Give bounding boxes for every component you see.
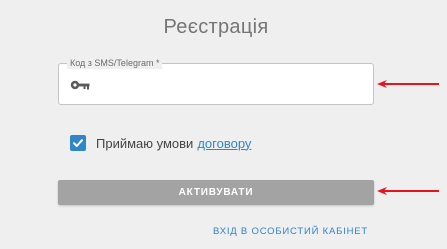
personal-cabinet-link[interactable]: ВХІД В ОСОБИСТИЙ КАБІНЕТ [213, 226, 368, 237]
agree-row: Приймаю умови договору [70, 134, 251, 152]
activate-button[interactable]: АКТИВУВАТИ [58, 180, 374, 205]
red-arrow-icon [377, 187, 439, 195]
agree-label: Приймаю умови [96, 135, 194, 151]
page-title: Реєстрація [163, 16, 269, 38]
contract-link[interactable]: договору [197, 136, 251, 151]
agree-checkbox[interactable] [70, 135, 86, 151]
key-icon [70, 80, 90, 90]
checkmark-icon [73, 139, 83, 147]
code-input[interactable] [99, 72, 365, 98]
red-arrow-icon [377, 80, 439, 88]
registration-page: Реєстрація Код з SMS/Telegram * Приймаю … [0, 0, 447, 249]
code-field[interactable]: Код з SMS/Telegram * [58, 57, 374, 105]
code-field-label: Код з SMS/Telegram * [67, 57, 163, 69]
